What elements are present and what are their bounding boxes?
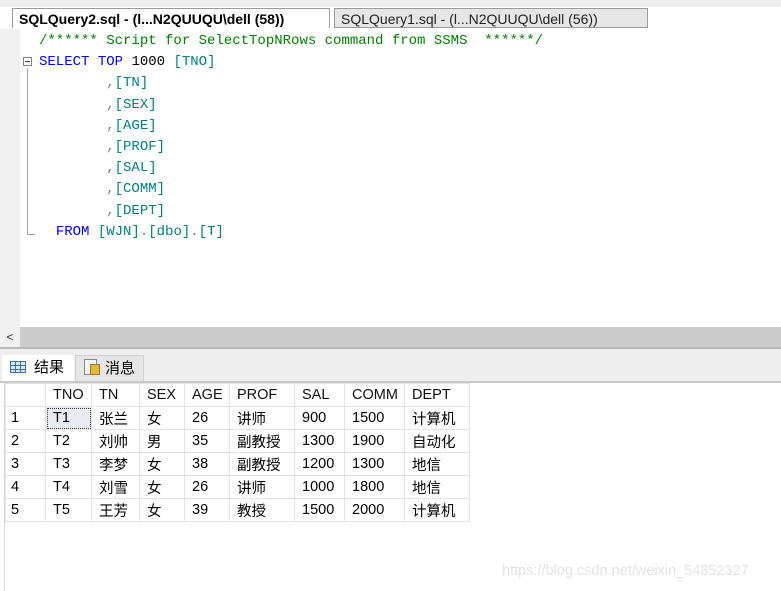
- fold-guide-line: [27, 68, 28, 234]
- top-value: 1000: [131, 54, 166, 71]
- tab-messages[interactable]: 消息: [75, 355, 144, 381]
- tab-results[interactable]: 结果: [2, 355, 74, 381]
- row-number[interactable]: 5: [5, 498, 46, 522]
- table-row[interactable]: 4 T4 刘雪女 26 讲师 1000 1800 地信: [5, 475, 470, 499]
- scroll-left-icon[interactable]: <: [0, 327, 20, 347]
- cell-prof[interactable]: 讲师: [229, 406, 295, 430]
- cell-age[interactable]: 26: [184, 475, 230, 499]
- watermark: https://blog.csdn.net/weixin_54852327: [502, 563, 749, 579]
- collapse-icon[interactable]: [23, 57, 32, 66]
- cell-tno[interactable]: T5: [45, 498, 92, 522]
- cell-tn[interactable]: 刘雪: [91, 475, 140, 499]
- row-number[interactable]: 3: [5, 452, 46, 476]
- cell-age[interactable]: 35: [184, 429, 230, 453]
- cell-sex[interactable]: 男: [139, 429, 185, 453]
- column-identifier: [PROF]: [114, 139, 166, 156]
- cell-tno[interactable]: T4: [45, 475, 92, 499]
- grid-icon: [10, 361, 26, 373]
- cell-sal[interactable]: 900: [294, 406, 345, 430]
- column-header-sal[interactable]: SAL: [294, 383, 345, 407]
- tab-sqlquery1[interactable]: SQLQuery1.sql - (l...N2QUUQU\dell (56)): [334, 8, 648, 28]
- table-row[interactable]: 3 T3 李梦女 38 副教授 1200 1300 地信: [5, 452, 470, 476]
- cell-dept[interactable]: 地信: [404, 475, 470, 499]
- cell-prof[interactable]: 副教授: [229, 429, 295, 453]
- cell-sal[interactable]: 1500: [294, 498, 345, 522]
- cell-tno[interactable]: T2: [45, 429, 92, 453]
- row-number[interactable]: 4: [5, 475, 46, 499]
- fold-guide-end: [27, 234, 35, 235]
- cell-tno[interactable]: T1: [45, 406, 92, 430]
- column-header-sex[interactable]: SEX: [139, 383, 185, 407]
- header-row: TNO TN SEX AGE PROF SAL COMM DEPT: [5, 383, 470, 407]
- keyword-select: SELECT: [39, 54, 90, 71]
- row-number-header[interactable]: [5, 383, 46, 407]
- keyword-from: FROM: [55, 223, 90, 240]
- cell-sex[interactable]: 女: [139, 498, 185, 522]
- results-table: TNO TN SEX AGE PROF SAL COMM DEPT 1 T1 张兰女…: [5, 383, 470, 522]
- cell-dept[interactable]: 地信: [404, 452, 470, 476]
- cell-prof[interactable]: 讲师: [229, 475, 295, 499]
- sql-editor[interactable]: /****** Script for SelectTopNRows comman…: [0, 29, 781, 327]
- cell-sal[interactable]: 1000: [294, 475, 345, 499]
- document-tab-bar: SQLQuery2.sql - (l...N2QUUQU\dell (58)) …: [0, 7, 781, 29]
- row-number[interactable]: 2: [5, 429, 46, 453]
- cell-sex[interactable]: 女: [139, 452, 185, 476]
- column-header-prof[interactable]: PROF: [229, 383, 295, 407]
- cell-tn[interactable]: 刘帅: [91, 429, 140, 453]
- cell-comm[interactable]: 2000: [344, 498, 405, 522]
- column-header-comm[interactable]: COMM: [344, 383, 405, 407]
- database-identifier: [WJN]: [97, 223, 140, 240]
- cell-comm[interactable]: 1500: [344, 406, 405, 430]
- cell-prof[interactable]: 副教授: [229, 452, 295, 476]
- column-header-tn[interactable]: TN: [91, 383, 140, 407]
- cell-tn[interactable]: 李梦: [91, 452, 140, 476]
- cell-dept[interactable]: 计算机: [404, 406, 470, 430]
- column-identifier: [TN]: [114, 75, 149, 92]
- cell-sex[interactable]: 女: [139, 406, 185, 430]
- cell-comm[interactable]: 1300: [344, 452, 405, 476]
- code-comment: /****** Script for SelectTopNRows comman…: [39, 33, 544, 49]
- cell-prof[interactable]: 教授: [229, 498, 295, 522]
- tab-messages-label: 消息: [105, 360, 136, 377]
- tab-results-label: 结果: [34, 359, 65, 376]
- cell-dept[interactable]: 自动化: [404, 429, 470, 453]
- row-number[interactable]: 1: [5, 406, 46, 430]
- cell-sal[interactable]: 1200: [294, 452, 345, 476]
- results-grid[interactable]: TNO TN SEX AGE PROF SAL COMM DEPT 1 T1 张兰女…: [4, 383, 781, 591]
- cell-age[interactable]: 39: [184, 498, 230, 522]
- messages-icon: [84, 359, 100, 375]
- column-header-dept[interactable]: DEPT: [404, 383, 470, 407]
- column-identifier: [DEPT]: [114, 202, 166, 219]
- keyword-top: TOP: [97, 54, 124, 71]
- cell-tn[interactable]: 张兰: [91, 406, 140, 430]
- results-tab-bar: 结果 消息: [0, 349, 781, 383]
- column-header-tno[interactable]: TNO: [45, 383, 92, 407]
- cell-comm[interactable]: 1800: [344, 475, 405, 499]
- column-identifier: [COMM]: [114, 181, 166, 198]
- cell-sex[interactable]: 女: [139, 475, 185, 499]
- cell-comm[interactable]: 1900: [344, 429, 405, 453]
- table-row[interactable]: 5 T5 王芳女 39 教授 1500 2000 计算机: [5, 498, 470, 522]
- cell-tn[interactable]: 王芳: [91, 498, 140, 522]
- cell-tno[interactable]: T3: [45, 452, 92, 476]
- column-identifier: [SEX]: [114, 96, 157, 113]
- sql-code[interactable]: /****** Script for SelectTopNRows comman…: [39, 31, 543, 243]
- table-row[interactable]: 2 T2 刘帅男 35 副教授 1300 1900 自动化: [5, 429, 470, 453]
- cell-sal[interactable]: 1300: [294, 429, 345, 453]
- column-identifier: [AGE]: [114, 117, 157, 134]
- tab-sqlquery2[interactable]: SQLQuery2.sql - (l...N2QUUQU\dell (58)): [12, 8, 330, 28]
- cell-dept[interactable]: 计算机: [404, 498, 470, 522]
- cell-age[interactable]: 38: [184, 452, 230, 476]
- column-identifier: [TNO]: [173, 54, 216, 71]
- schema-identifier: [dbo]: [148, 223, 191, 240]
- table-row[interactable]: 1 T1 张兰女 26 讲师 900 1500 计算机: [5, 406, 470, 430]
- column-identifier: [SAL]: [114, 160, 157, 177]
- column-header-age[interactable]: AGE: [184, 383, 230, 407]
- cell-age[interactable]: 26: [184, 406, 230, 430]
- horizontal-scrollbar[interactable]: <: [0, 327, 781, 349]
- table-identifier: [T]: [198, 223, 224, 240]
- editor-gutter: [0, 29, 20, 327]
